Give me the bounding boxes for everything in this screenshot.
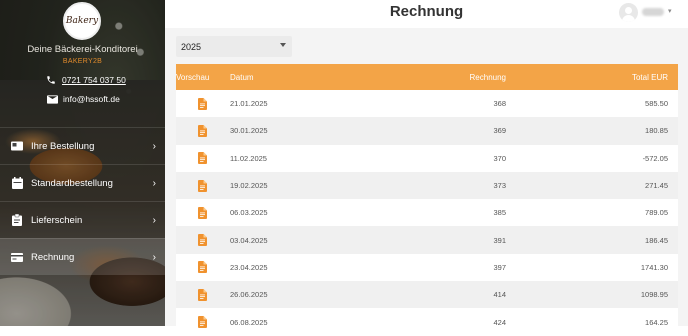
cell-rechnung: 370 [493,153,506,163]
nav-item-standardbestellung[interactable]: Standardbestellung › [0,164,165,201]
chevron-right-icon: › [152,215,156,226]
nav-item-ihre-bestellung[interactable]: Ihre Bestellung › [0,127,165,164]
bakery-logo[interactable]: Bakery [63,2,101,40]
chevron-right-icon: › [152,141,156,152]
cell-rechnung: 373 [493,181,506,191]
dropdown-caret-icon [280,43,286,47]
nav-label: Standardbestellung [31,177,113,189]
cell-rechnung: 414 [493,290,506,300]
table-row[interactable]: 26.06.2025 414 1098.95 [176,281,678,309]
pdf-preview-icon[interactable] [176,97,228,110]
calendar-icon [11,177,23,189]
invoice-table: Vorschau Datum Rechnung Total EUR 21.01.… [176,64,678,336]
nav-label: Lieferschein [31,214,83,226]
mail-icon [47,94,61,104]
cell-total: 180.85 [645,126,668,136]
cell-total: 1098.95 [640,290,668,300]
top-header: Rechnung ▾ [165,0,688,28]
col-vorschau[interactable]: Vorschau [176,73,228,82]
cell-total: 271.45 [645,181,668,191]
phone-number[interactable]: 0721 754 037 50 [62,75,126,85]
pdf-preview-icon[interactable] [176,288,228,301]
chevron-down-icon[interactable]: ▾ [668,7,672,15]
col-rechnung[interactable]: Rechnung [348,73,506,82]
card-icon [11,251,23,263]
cell-total: 789.05 [645,208,668,218]
chevron-right-icon: › [152,252,156,263]
table-header: Vorschau Datum Rechnung Total EUR [176,64,678,90]
sidebar: Bakery Deine Bäckerei-Konditorei BAKERY2… [0,0,165,326]
cell-datum: 11.02.2025 [230,153,267,163]
table-row[interactable]: 30.01.2025 369 180.85 [176,117,678,145]
cell-total: 1741.30 [640,262,668,272]
cell-datum: 26.06.2025 [230,290,268,300]
user-name-blurred[interactable] [642,8,664,16]
cell-total: -572.05 [642,153,668,163]
clipboard-icon [11,214,23,226]
cell-datum: 03.04.2025 [230,235,268,245]
cell-datum: 06.08.2025 [230,317,268,327]
cell-datum: 06.03.2025 [230,208,268,218]
pdf-preview-icon[interactable] [176,234,228,247]
brand-name: BAKERY2B [62,58,103,65]
cell-rechnung: 391 [493,235,506,245]
pdf-preview-icon[interactable] [176,124,228,137]
nav-label: Ihre Bestellung [31,140,95,152]
cell-rechnung: 368 [493,99,506,109]
pdf-preview-icon[interactable] [176,152,228,165]
cell-rechnung: 424 [493,317,506,327]
table-row[interactable]: 06.08.2025 424 164.25 [176,308,678,336]
table-row[interactable]: 23.04.2025 397 1741.30 [176,253,678,282]
pdf-preview-icon[interactable] [176,206,228,219]
cell-datum: 19.02.2025 [230,181,268,191]
cell-datum: 21.01.2025 [230,99,268,109]
col-total[interactable]: Total EUR [506,73,668,82]
chevron-right-icon: › [152,178,156,189]
phone-icon [46,75,60,85]
year-value: 2025 [181,41,202,52]
col-datum[interactable]: Datum [228,73,348,82]
table-row[interactable]: 06.03.2025 385 789.05 [176,199,678,227]
table-row[interactable]: 21.01.2025 368 585.50 [176,90,678,118]
table-body: 21.01.2025 368 585.50 30.01.2025 369 180.85 11… [176,90,678,336]
table-row[interactable]: 19.02.2025 373 271.45 [176,171,678,200]
nav-item-lieferschein[interactable]: Lieferschein › [0,201,165,238]
email-contact[interactable]: info@hssoft.de [47,93,120,105]
phone-contact[interactable]: 0721 754 037 50 [46,74,126,86]
cart-icon [11,140,23,152]
cell-datum: 30.01.2025 [230,126,268,136]
cell-total: 164.25 [645,317,668,327]
pdf-preview-icon[interactable] [176,316,228,329]
cell-total: 186.45 [645,235,668,245]
table-row[interactable]: 03.04.2025 391 186.45 [176,226,678,254]
email-address[interactable]: info@hssoft.de [63,94,120,104]
cell-rechnung: 385 [493,208,506,218]
pdf-preview-icon[interactable] [176,261,228,274]
nav-label: Rechnung [31,251,75,263]
tagline: Deine Bäckerei-Konditorei [27,44,138,55]
cell-total: 585.50 [645,99,668,109]
cell-rechnung: 397 [493,262,506,272]
year-select[interactable]: 2025 [176,36,292,57]
cell-rechnung: 369 [493,126,506,136]
pdf-preview-icon[interactable] [176,179,228,192]
cell-datum: 23.04.2025 [230,262,268,272]
table-row[interactable]: 11.02.2025 370 -572.05 [176,144,678,172]
nav-item-rechnung[interactable]: Rechnung › [0,238,165,275]
page-title: Rechnung [389,3,464,20]
user-avatar[interactable] [619,3,638,22]
main-content: 2025 Vorschau Datum Rechnung Total EUR 2… [165,28,688,336]
